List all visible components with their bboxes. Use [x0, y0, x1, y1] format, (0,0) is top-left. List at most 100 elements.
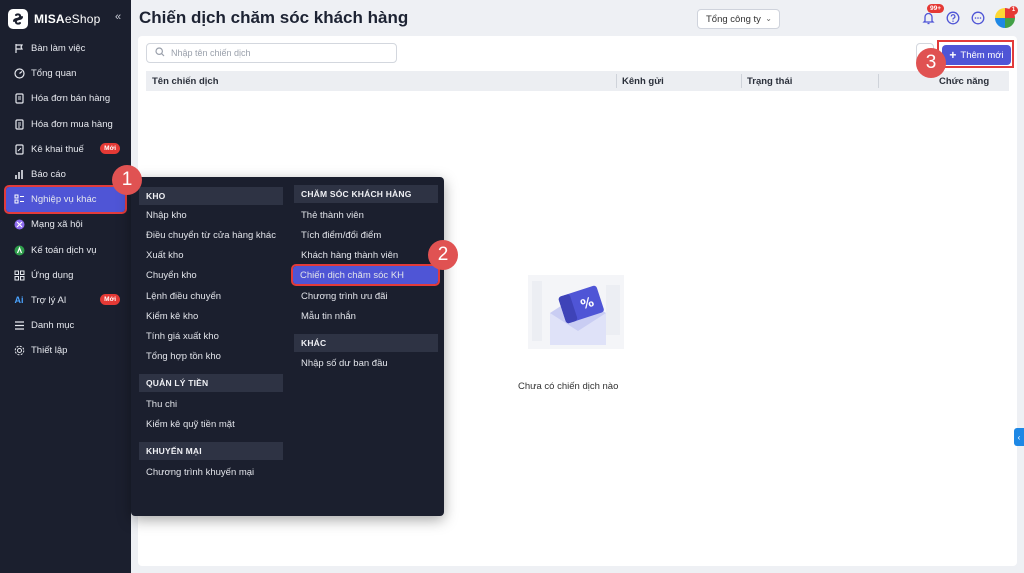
- menu-item-tong-hop-ton-kho[interactable]: Tổng hợp tồn kho: [146, 347, 221, 365]
- sidebar-item-label: Ứng dụng: [31, 269, 74, 281]
- company-select[interactable]: Tổng công ty ⌄: [697, 9, 780, 29]
- sidebar-item-label: Báo cáo: [31, 169, 66, 181]
- sidebar-item-ung-dung[interactable]: Ứng dụng: [0, 263, 131, 288]
- menu-section-khac: KHÁC: [294, 334, 438, 352]
- sidebar-item-tong-quan[interactable]: Tổng quan: [0, 61, 131, 86]
- sidebar-item-label: Hóa đơn mua hàng: [31, 118, 113, 130]
- menu-item-khach-hang-thanh-vien[interactable]: Khách hàng thành viên: [301, 246, 398, 264]
- sidebar-nav: Bàn làm việc Tổng quan Hóa đơn bán hàng …: [0, 36, 131, 363]
- search-box[interactable]: [146, 43, 397, 63]
- add-button-highlight: + Thêm mới: [937, 40, 1014, 68]
- sidebar-item-nghiep-vu-khac[interactable]: Nghiệp vụ khác: [4, 185, 127, 215]
- sidebar-item-danh-muc[interactable]: Danh mục: [0, 313, 131, 338]
- menu-section-khuyen-mai: KHUYẾN MẠI: [139, 442, 283, 460]
- menu-item-chuyen-kho[interactable]: Chuyển kho: [146, 266, 197, 284]
- sidebar-item-bao-cao[interactable]: Báo cáo: [0, 162, 131, 187]
- brand-light: eShop: [64, 12, 101, 26]
- menu-item-chuong-trinh-uu-dai[interactable]: Chương trình ưu đãi: [301, 287, 388, 305]
- purchase-invoice-icon: [13, 118, 25, 130]
- sidebar-item-ke-toan-dich-vu[interactable]: Kế toán dịch vụ: [0, 238, 131, 263]
- column-header-status[interactable]: Trạng thái: [747, 76, 792, 87]
- sidebar-item-label: Mạng xã hội: [31, 219, 83, 231]
- sidebar-item-label: Danh mục: [31, 320, 75, 332]
- menu-section-cham-soc-khach-hang: CHĂM SÓC KHÁCH HÀNG: [294, 185, 438, 203]
- column-divider: [741, 74, 742, 88]
- menu-item-xuat-kho[interactable]: Xuất kho: [146, 246, 184, 264]
- sidebar: MISAeShop « Bàn làm việc Tổng quan Hóa đ…: [0, 0, 131, 573]
- sidebar-item-label: Kê khai thuế: [31, 143, 84, 155]
- add-button-label: Thêm mới: [960, 49, 1004, 61]
- new-badge: Mới: [100, 142, 120, 154]
- expand-panel-tab[interactable]: ‹: [1014, 428, 1024, 446]
- menu-item-lenh-dieu-chuyen[interactable]: Lệnh điều chuyển: [146, 287, 221, 305]
- menu-item-tich-diem[interactable]: Tích điểm/đổi điểm: [301, 226, 381, 244]
- more-icon[interactable]: [970, 10, 986, 26]
- column-divider: [616, 74, 617, 88]
- sidebar-item-hoa-don-mua-hang[interactable]: Hóa đơn mua hàng: [0, 112, 131, 137]
- sidebar-item-label: Bàn làm việc: [31, 43, 86, 55]
- add-campaign-button[interactable]: + Thêm mới: [942, 45, 1011, 65]
- report-icon: [13, 169, 25, 181]
- menu-item-mau-tin-nhan[interactable]: Mẫu tin nhắn: [301, 307, 356, 325]
- new-badge: Mới: [100, 293, 120, 305]
- sidebar-item-tro-ly-ai[interactable]: Ai Trợ lý AI Mới: [0, 288, 131, 313]
- sidebar-item-thiet-lap[interactable]: Thiết lập: [0, 338, 131, 363]
- column-divider: [878, 74, 879, 88]
- empty-state-text: Chưa có chiến dịch nào: [518, 381, 619, 392]
- menu-item-the-thanh-vien[interactable]: Thẻ thành viên: [301, 206, 364, 224]
- notification-badge: 99+: [927, 4, 945, 13]
- chevron-left-icon: ‹: [1017, 432, 1021, 442]
- accounting-icon: [13, 244, 25, 256]
- desk-icon: [13, 43, 25, 55]
- avatar-badge: 1: [1009, 6, 1018, 15]
- invoice-icon: [13, 93, 25, 105]
- apps-icon: [13, 269, 25, 281]
- list-icon: [13, 320, 25, 332]
- collapse-sidebar-button[interactable]: «: [115, 11, 121, 23]
- step-marker-2: 2: [428, 240, 458, 270]
- step-marker-1: 1: [112, 165, 142, 195]
- sidebar-item-hoa-don-ban-hang[interactable]: Hóa đơn bán hàng: [0, 86, 131, 111]
- chevron-down-icon: ⌄: [765, 14, 772, 23]
- plus-icon: +: [949, 48, 957, 62]
- menu-item-thu-chi[interactable]: Thu chi: [146, 395, 177, 413]
- table-header: Tên chiến dịch Kênh gửi Trạng thái Chức …: [146, 71, 1009, 91]
- help-icon[interactable]: [945, 10, 961, 26]
- page-title: Chiến dịch chăm sóc khách hàng: [139, 8, 409, 27]
- sidebar-item-ke-khai-thue[interactable]: Kê khai thuế Mới: [0, 137, 131, 162]
- sidebar-item-label: Nghiệp vụ khác: [31, 194, 97, 206]
- empty-illustration: %: [528, 273, 628, 356]
- sidebar-item-label: Tổng quan: [31, 68, 77, 80]
- social-icon: [13, 219, 25, 231]
- menu-item-dieu-chuyen[interactable]: Điều chuyển từ cửa hàng khác: [146, 226, 276, 244]
- menu-item-kiem-ke-quy[interactable]: Kiểm kê quỹ tiền mặt: [146, 415, 235, 433]
- other-operations-menu: KHO Nhập kho Điều chuyển từ cửa hàng khá…: [131, 177, 444, 516]
- menu-item-chuong-trinh-khuyen-mai[interactable]: Chương trình khuyến mại: [146, 463, 254, 481]
- search-input[interactable]: [171, 48, 371, 58]
- gauge-icon: [13, 68, 25, 80]
- menu-item-tinh-gia-xuat-kho[interactable]: Tính giá xuất kho: [146, 327, 219, 345]
- menu-item-kiem-ke-kho[interactable]: Kiểm kê kho: [146, 307, 198, 325]
- search-icon: [155, 46, 165, 60]
- page-header: Chiến dịch chăm sóc khách hàng: [131, 0, 1024, 36]
- sidebar-item-label: Trợ lý AI: [31, 294, 67, 306]
- misa-logo-icon: [8, 9, 28, 29]
- sidebar-item-label: Thiết lập: [31, 345, 68, 357]
- step-marker-3: 3: [916, 48, 946, 78]
- ai-icon: Ai: [14, 295, 24, 306]
- tasks-icon: [13, 194, 25, 206]
- settings-icon: [13, 345, 25, 357]
- tax-icon: [13, 143, 25, 155]
- menu-item-chien-dich-cham-soc-kh[interactable]: Chiến dịch chăm sóc KH: [291, 264, 440, 286]
- column-header-channel[interactable]: Kênh gửi: [622, 76, 664, 87]
- menu-section-quan-ly-tien: QUẢN LÝ TIỀN: [139, 374, 283, 392]
- menu-item-nhap-so-du[interactable]: Nhập số dư ban đầu: [301, 354, 388, 372]
- column-header-actions[interactable]: Chức năng: [939, 76, 989, 87]
- app-logo[interactable]: MISAeShop: [8, 8, 101, 30]
- sidebar-item-ban-lam-viec[interactable]: Bàn làm việc: [0, 36, 131, 61]
- company-select-value: Tổng công ty: [706, 13, 761, 25]
- column-header-name[interactable]: Tên chiến dịch: [152, 76, 219, 87]
- menu-item-nhap-kho[interactable]: Nhập kho: [146, 206, 187, 224]
- sidebar-item-mang-xa-hoi[interactable]: Mạng xã hội: [0, 212, 131, 237]
- brand-bold: MISA: [34, 12, 65, 26]
